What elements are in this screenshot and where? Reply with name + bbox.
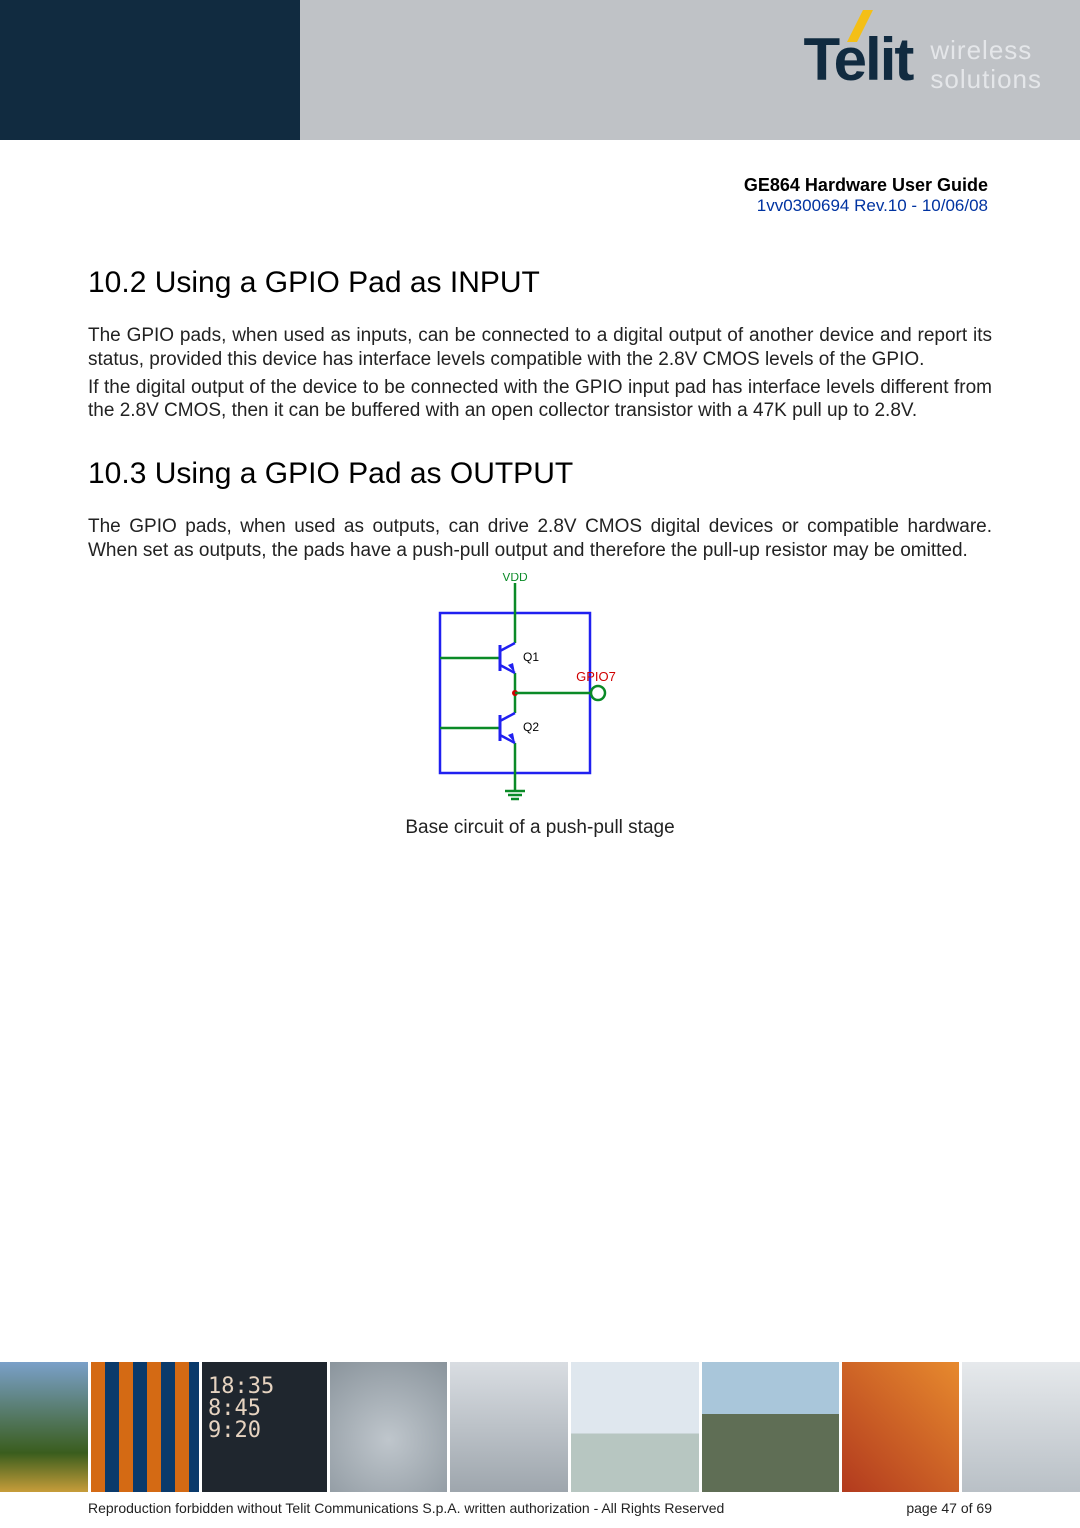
footer-tile bbox=[702, 1362, 842, 1492]
diagram-q2-label: Q2 bbox=[523, 720, 539, 734]
diagram-gpio-label: GPIO7 bbox=[576, 669, 616, 684]
header-band: Telit wireless solutions bbox=[0, 0, 1080, 145]
push-pull-diagram: VDD Q1 bbox=[88, 573, 992, 839]
heading-10-3: 10.3 Using a GPIO Pad as OUTPUT bbox=[88, 457, 992, 491]
tagline-line1: wireless bbox=[930, 36, 1042, 65]
footer-tile bbox=[0, 1362, 91, 1492]
para-10-2-b: If the digital output of the device to b… bbox=[88, 376, 992, 424]
copyright-text: Reproduction forbidden without Telit Com… bbox=[88, 1500, 724, 1516]
page: Telit wireless solutions GE864 Hardware … bbox=[0, 0, 1080, 1528]
telit-slash-icon bbox=[843, 8, 879, 44]
page-number: page 47 of 69 bbox=[906, 1500, 992, 1516]
footer-tile bbox=[91, 1362, 202, 1492]
legal-line: Reproduction forbidden without Telit Com… bbox=[88, 1500, 992, 1516]
doc-meta: GE864 Hardware User Guide 1vv0300694 Rev… bbox=[744, 175, 988, 216]
diagram-q1-label: Q1 bbox=[523, 650, 539, 664]
tagline: wireless solutions bbox=[930, 36, 1042, 93]
footer-tile bbox=[962, 1362, 1080, 1492]
diagram-vdd-label: VDD bbox=[502, 573, 528, 584]
header-navy-block bbox=[0, 0, 300, 140]
footer-tile bbox=[571, 1362, 701, 1492]
heading-10-2: 10.2 Using a GPIO Pad as INPUT bbox=[88, 266, 992, 300]
content: 10.2 Using a GPIO Pad as INPUT The GPIO … bbox=[88, 250, 992, 839]
doc-title: GE864 Hardware User Guide bbox=[744, 175, 988, 196]
telit-logo: Telit wireless solutions bbox=[803, 30, 1042, 93]
para-10-3-a: The GPIO pads, when used as outputs, can… bbox=[88, 515, 992, 563]
para-10-2-a: The GPIO pads, when used as inputs, can … bbox=[88, 324, 992, 372]
diagram-caption: Base circuit of a push-pull stage bbox=[405, 817, 674, 839]
doc-revision: 1vv0300694 Rev.10 - 10/06/08 bbox=[744, 196, 988, 216]
telit-wordmark: Telit bbox=[803, 30, 912, 90]
footer-tile: 18:358:459:20 bbox=[202, 1362, 330, 1492]
footer-tile bbox=[330, 1362, 451, 1492]
footer-photo-strip: 18:358:459:20 bbox=[0, 1359, 1080, 1492]
footer-tile bbox=[842, 1362, 963, 1492]
tagline-line2: solutions bbox=[930, 65, 1042, 94]
diagram-q1-icon bbox=[440, 643, 515, 673]
footer-tile bbox=[450, 1362, 571, 1492]
diagram-q2-icon bbox=[440, 713, 515, 743]
